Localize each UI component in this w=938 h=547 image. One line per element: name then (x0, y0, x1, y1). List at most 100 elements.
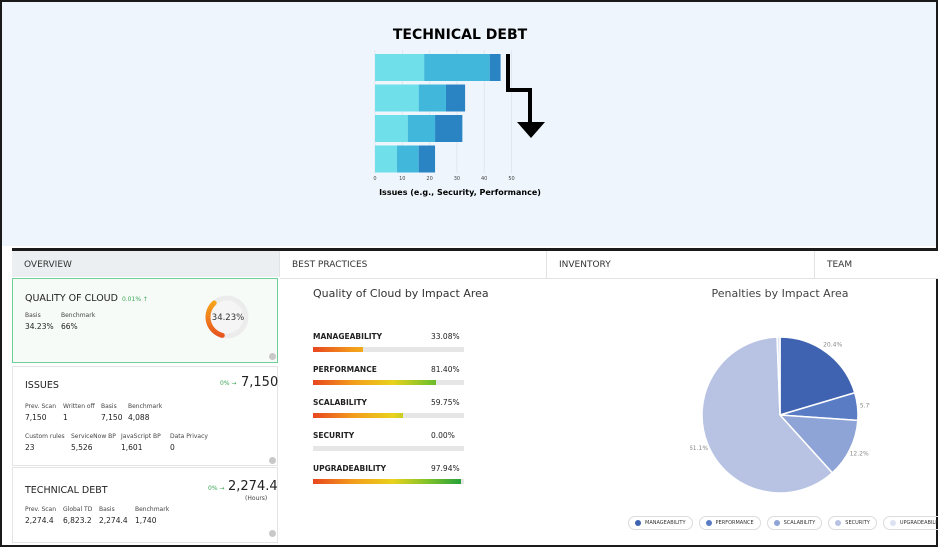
quality-benchmark-value: 66% (61, 322, 78, 331)
bar-segment (418, 145, 436, 173)
legend-item[interactable]: SCALABILITY (766, 516, 823, 530)
tab-best-practices[interactable]: BEST PRACTICES (280, 251, 547, 279)
impact-percent: 0.00% (431, 431, 455, 440)
issues-stat-label: ServiceNow BP (71, 433, 116, 440)
info-icon[interactable] (269, 530, 276, 537)
impact-percent: 81.40% (431, 365, 460, 374)
info-icon[interactable] (269, 457, 276, 464)
tab-inventory[interactable]: INVENTORY (547, 251, 815, 279)
bar-segment (445, 84, 466, 112)
impact-name: SCALABILITY (313, 398, 367, 407)
legend-label: UPGRADEABILITY (899, 520, 938, 526)
legend-label: MANAGEABILITY (645, 520, 686, 526)
bar-segment (418, 84, 446, 112)
impact-bar-fill (313, 479, 461, 484)
issues-delta: 0% → (220, 380, 237, 387)
penalties-title: Penalties by Impact Area (711, 287, 849, 300)
tab-best-practices-label: BEST PRACTICES (292, 260, 368, 270)
quality-basis-label: Basis (25, 312, 41, 319)
info-icon[interactable] (269, 353, 276, 360)
legend-label: SECURITY (845, 520, 870, 526)
impact-percent: 33.08% (431, 332, 460, 341)
tab-overview-label: OVERVIEW (24, 260, 72, 270)
bar-segment (375, 54, 425, 81)
tab-inventory-label: INVENTORY (559, 260, 611, 270)
x-tick-label: 40 (481, 176, 487, 182)
legend-item[interactable]: MANAGEABILITY (628, 516, 693, 530)
bar-segment (424, 54, 490, 81)
issues-stat-label: Custom rules (25, 433, 65, 440)
issues-stat-label: Prev. Scan (25, 403, 57, 410)
legend-label: PERFORMANCE (715, 520, 754, 526)
bar-segment (375, 145, 397, 173)
tab-overview[interactable]: OVERVIEW (12, 251, 280, 279)
legend-item[interactable]: UPGRADEABILITY (882, 516, 938, 530)
bar-segment (407, 115, 436, 142)
impact-percent: 97.94% (431, 464, 460, 473)
issues-stat-label: Benchmark (128, 403, 163, 410)
issues-stat-label: JavaScript BP (121, 433, 161, 440)
impact-bar-track (313, 380, 464, 385)
pie-legend: MANAGEABILITY PERFORMANCE SCALABILITY SECUR… (628, 516, 938, 530)
impact-name: SECURITY (313, 431, 355, 440)
issues-stat-value: 5,526 (71, 443, 93, 452)
x-tick-label: 50 (508, 176, 514, 182)
legend-item[interactable]: PERFORMANCE (698, 516, 761, 530)
legend-swatch (705, 520, 712, 526)
issues-stat-value: 0 (170, 443, 175, 452)
bar-segment (396, 145, 419, 173)
pie-slice-label: 61.1% (690, 445, 708, 452)
tab-bar: OVERVIEW BEST PRACTICES INVENTORY TEAM (12, 248, 938, 279)
impact-bar-fill (313, 380, 436, 385)
legend-swatch (773, 520, 780, 526)
bar-segment (435, 115, 463, 142)
techdebt-stat-value: 2,274.4 (25, 516, 54, 525)
techdebt-unit: (Hours) (245, 495, 268, 502)
quality-benchmark-label: Benchmark (61, 312, 96, 319)
bar-segment (375, 115, 408, 142)
issues-stat-label: Data Privacy (170, 433, 208, 440)
issues-stat-value: 7,150 (25, 413, 47, 422)
issues-stat-value: 1 (63, 413, 68, 422)
techdebt-value: 2,274.4 (228, 479, 278, 494)
legend-swatch (889, 520, 896, 526)
issues-stat-label: Written off (63, 403, 95, 410)
arrow-head-icon (517, 122, 545, 138)
technical-debt-bar-chart: 0 10 20 30 40 50 (373, 50, 545, 182)
legend-item[interactable]: SECURITY (828, 516, 877, 530)
techdebt-title: TECHNICAL DEBT (25, 485, 108, 496)
technical-debt-card[interactable]: TECHNICAL DEBT 0% → 2,274.4 (Hours) Prev… (12, 467, 278, 543)
techdebt-stat-label: Prev. Scan (25, 506, 57, 513)
tab-team[interactable]: TEAM (815, 251, 938, 279)
issues-value: 7,150 (241, 375, 279, 390)
quality-of-cloud-card[interactable]: QUALITY OF CLOUD 0.01% ↑ Basis 34.23% Ben… (12, 278, 278, 363)
impact-area-title: Quality of Cloud by Impact Area (313, 287, 489, 300)
issues-stat-value: 4,088 (128, 413, 150, 422)
impact-bar-track (313, 413, 464, 418)
quality-title: QUALITY OF CLOUD 0.01% ↑ (25, 293, 148, 304)
legend-swatch (835, 520, 842, 526)
banner-xlabel: Issues (e.g., Security, Performance) (379, 188, 541, 197)
issues-card[interactable]: ISSUES 0% → 7,150 Prev. Scan 7,150 Writt… (12, 366, 278, 466)
impact-name: UPGRADEABILITY (313, 464, 387, 473)
quality-delta: 0.01% ↑ (121, 296, 148, 303)
techdebt-stat-value: 6,823.2 (63, 516, 92, 525)
impact-name: PERFORMANCE (313, 365, 377, 374)
bar-segment (375, 84, 419, 112)
techdebt-stat-value: 1,740 (135, 516, 157, 525)
techdebt-stat-label: Basis (99, 506, 115, 513)
impact-percent: 59.75% (431, 398, 460, 407)
impact-name: MANAGEABILITY (313, 332, 383, 341)
x-tick-label: 10 (399, 176, 405, 182)
penalties-pie-chart: 20.4% 5.7% 12.2% 61.1% (690, 336, 870, 494)
quality-basis-value: 34.23% (25, 322, 54, 331)
impact-bar-fill (313, 413, 404, 418)
impact-bar-track (313, 347, 464, 352)
issues-stat-value: 23 (25, 443, 35, 452)
x-tick-label: 20 (426, 176, 432, 182)
pie-slice-label: 5.7% (860, 402, 870, 409)
quality-gauge: 34.23% (205, 295, 249, 339)
issues-title: ISSUES (25, 380, 59, 391)
impact-bar-fill (313, 347, 363, 352)
techdebt-stat-label: Global TD (63, 506, 93, 513)
